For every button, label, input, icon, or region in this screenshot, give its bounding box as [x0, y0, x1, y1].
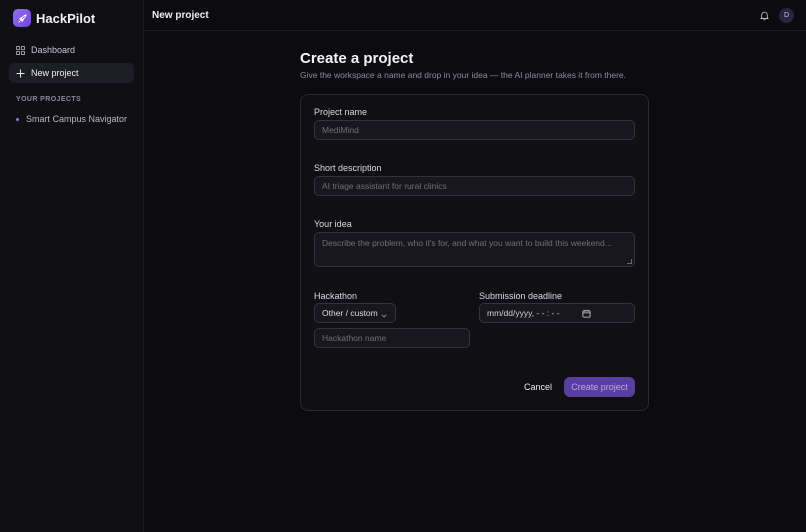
- chevron-down-icon: [381, 311, 387, 318]
- hackathon-label: Hackathon: [314, 291, 358, 301]
- short-description-input[interactable]: AI triage assistant for rural clinics: [314, 176, 635, 196]
- rocket-logo-icon: [13, 9, 31, 27]
- sidebar-nav: Dashboard New project: [9, 40, 134, 86]
- calendar-icon[interactable]: [582, 309, 591, 318]
- deadline-value: mm/dd/yyyy, - - : - -: [487, 308, 560, 318]
- main-subheading: Give the workspace a name and drop in yo…: [300, 70, 627, 80]
- brand[interactable]: HackPilot: [13, 9, 95, 27]
- app-name: HackPilot: [36, 10, 96, 26]
- hackathon-name-input[interactable]: Hackathon name: [314, 328, 470, 348]
- sidebar: HackPilot Dashboard New project YOUR PRO…: [0, 0, 144, 532]
- submission-deadline-input[interactable]: mm/dd/yyyy, - - : - -: [479, 303, 635, 323]
- hackathon-select[interactable]: Other / custom: [314, 303, 396, 323]
- project-name-label: Project name: [314, 107, 368, 117]
- idea-label: Your idea: [314, 219, 352, 229]
- main-heading: Create a project: [300, 50, 414, 67]
- submission-deadline-label: Submission deadline: [479, 291, 563, 301]
- sidebar-item-label: New project: [31, 68, 79, 78]
- sidebar-project-item[interactable]: Smart Campus Navigator: [16, 114, 127, 124]
- project-label: Smart Campus Navigator: [26, 114, 128, 124]
- grid-icon: [15, 45, 25, 55]
- idea-placeholder: Describe the problem, who it's for, and …: [322, 238, 612, 248]
- sidebar-item-new-project[interactable]: New project: [9, 63, 134, 83]
- page-title: New project: [152, 10, 209, 21]
- avatar[interactable]: D: [779, 8, 794, 23]
- sidebar-item-label: Dashboard: [31, 45, 76, 55]
- project-dot-icon: [16, 117, 19, 121]
- plus-icon: [15, 68, 25, 78]
- cancel-button[interactable]: Cancel: [519, 377, 557, 397]
- bell-icon[interactable]: [759, 10, 770, 21]
- hackathon-selected-value: Other / custom: [322, 308, 378, 318]
- section-label-your-projects: YOUR PROJECTS: [16, 96, 82, 103]
- sidebar-item-dashboard[interactable]: Dashboard: [9, 40, 134, 60]
- idea-textarea[interactable]: Describe the problem, who it's for, and …: [314, 232, 635, 267]
- short-description-label: Short description: [314, 163, 382, 173]
- project-name-input[interactable]: MediMind: [314, 120, 635, 140]
- resize-handle-icon[interactable]: [627, 259, 632, 264]
- create-project-button[interactable]: Create project: [564, 377, 635, 397]
- top-bar: New project D: [144, 0, 806, 31]
